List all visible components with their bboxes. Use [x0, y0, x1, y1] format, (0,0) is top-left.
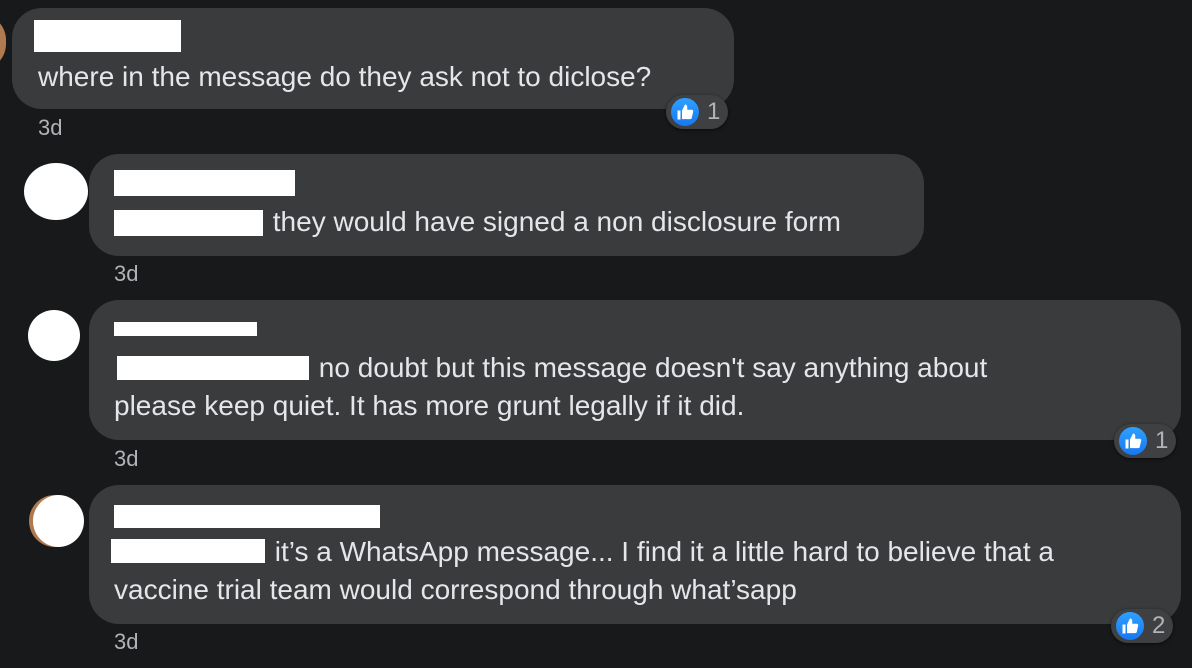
commenter-avatar[interactable]	[0, 14, 6, 70]
comment-bubble: where in the message do they ask not to …	[12, 8, 734, 109]
comment-bubble: no doubt but this message doesn't say an…	[89, 300, 1181, 440]
redacted-commenter-name[interactable]	[114, 505, 380, 528]
comment-text: they would have signed a non disclosure …	[265, 206, 841, 237]
comment-text-line-1: no doubt but this message doesn't say an…	[311, 352, 988, 383]
reaction-count: 2	[1152, 612, 1166, 639]
redacted-commenter-name[interactable]	[34, 20, 181, 52]
like-icon	[1114, 610, 1146, 642]
comment-bubble: it’s a WhatsApp message... I find it a l…	[89, 485, 1181, 624]
comment-timestamp[interactable]: 3d	[114, 629, 138, 655]
comment-timestamp[interactable]: 3d	[114, 446, 138, 472]
comment-text-line-1: it’s a WhatsApp message... I find it a l…	[267, 536, 1055, 567]
comment-text-line-2: please keep quiet. It has more grunt leg…	[114, 390, 745, 421]
redacted-commenter-name[interactable]	[114, 170, 295, 196]
reaction-summary[interactable]: 2	[1111, 609, 1174, 643]
comment-timestamp[interactable]: 3d	[114, 261, 138, 287]
redacted-mention[interactable]	[111, 539, 265, 563]
reaction-count: 1	[1155, 427, 1169, 454]
reaction-summary[interactable]: 1	[1114, 424, 1177, 458]
like-icon	[669, 96, 701, 128]
like-icon	[1117, 425, 1149, 457]
comment-bubble: they would have signed a non disclosure …	[89, 154, 924, 256]
redacted-commenter-name[interactable]	[114, 322, 257, 336]
commenter-avatar[interactable]	[24, 163, 88, 220]
redacted-mention[interactable]	[117, 356, 309, 380]
commenter-avatar[interactable]	[33, 495, 84, 547]
reaction-summary[interactable]: 1	[666, 95, 729, 129]
comment-text-line-2: vaccine trial team would correspond thro…	[114, 574, 797, 605]
comment-timestamp[interactable]: 3d	[38, 115, 62, 141]
commenter-avatar[interactable]	[28, 310, 80, 361]
reaction-count: 1	[707, 98, 721, 125]
redacted-mention[interactable]	[114, 210, 263, 236]
comment-text: where in the message do they ask not to …	[38, 61, 652, 92]
